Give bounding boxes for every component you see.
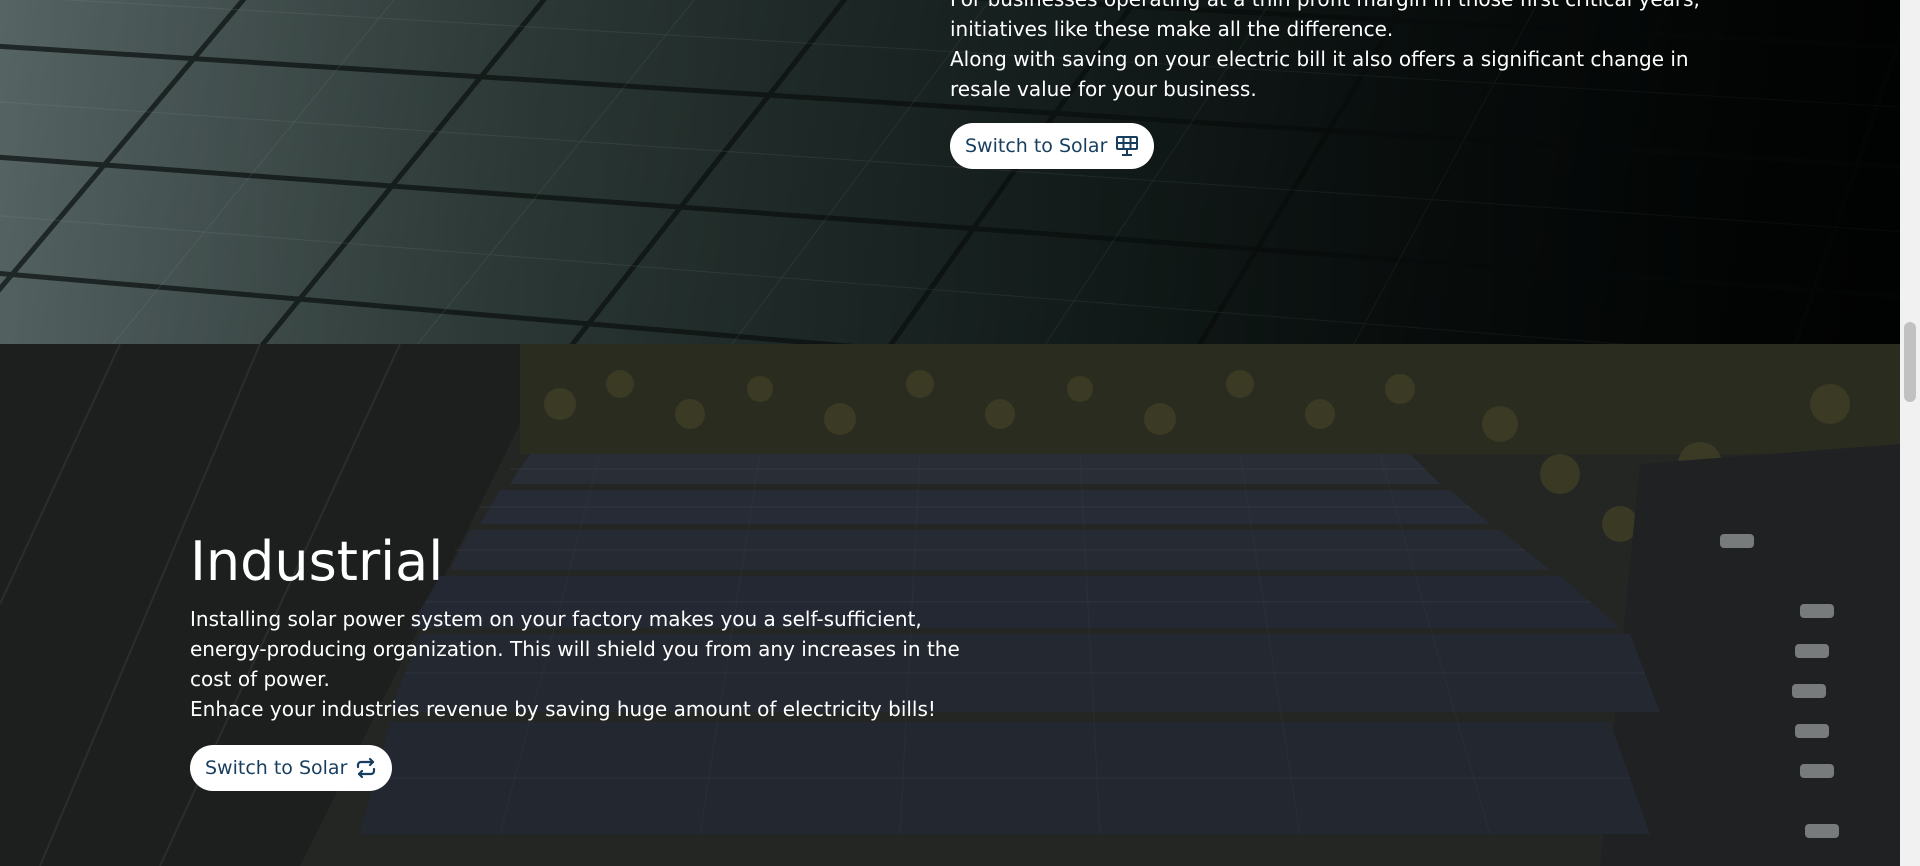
commercial-section: For businesses operating at a thin profi… (0, 0, 1900, 344)
industrial-section: Industrial Installing solar power system… (0, 344, 1900, 866)
switch-to-solar-label: Switch to Solar (965, 135, 1108, 157)
commercial-content: For businesses operating at a thin profi… (950, 0, 1720, 169)
industrial-paragraph-1: Installing solar power system on your fa… (190, 607, 960, 691)
industrial-paragraph-2: Enhace your industries revenue by saving… (190, 697, 936, 721)
commercial-paragraph-2: Along with saving on your electric bill … (950, 47, 1689, 101)
page-viewport: For businesses operating at a thin profi… (0, 0, 1900, 866)
industrial-content: Industrial Installing solar power system… (190, 530, 970, 791)
solar-panel-icon (1115, 135, 1139, 157)
industrial-title: Industrial (190, 530, 444, 593)
page-scrollbar[interactable] (1900, 0, 1920, 866)
commercial-paragraph-1: For businesses operating at a thin profi… (950, 0, 1700, 41)
switch-to-solar-label: Switch to Solar (205, 757, 348, 779)
scrollbar-thumb[interactable] (1904, 322, 1916, 402)
switch-to-solar-button[interactable]: Switch to Solar (190, 745, 393, 791)
switch-to-solar-button[interactable]: Switch to Solar (950, 123, 1155, 169)
arrows-repeat-icon (355, 757, 377, 779)
